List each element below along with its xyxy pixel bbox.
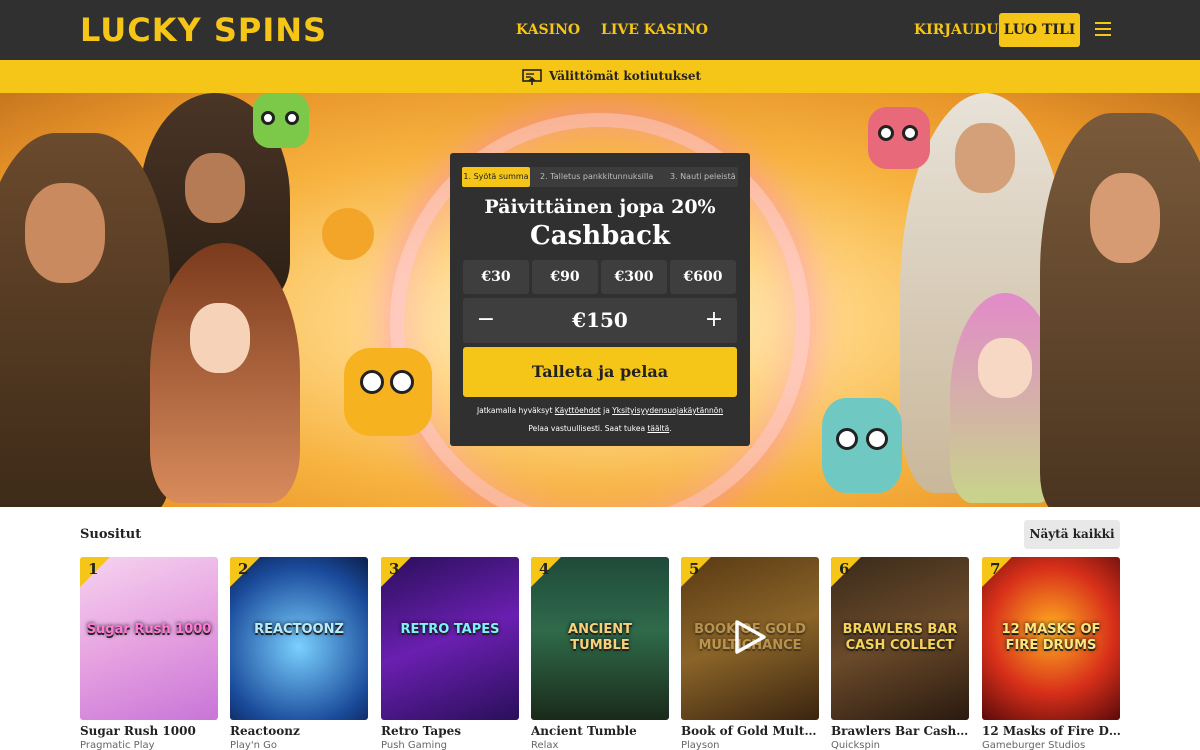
game-card-retro-tapes[interactable]: RETRO TAPES 3 [381,557,519,720]
game-card-book-of-gold-multichance[interactable]: BOOK OF GOLD MULTICHANCE 5 [681,557,819,720]
deposit-steps: 1. Syötä summa 2. Talletus pankkitunnuks… [462,167,738,187]
show-all-button[interactable]: Näytä kaikki [1024,520,1120,549]
rank-number: 1 [88,560,99,578]
nav-casino-link[interactable]: KASINO [516,20,580,40]
instant-payout-banner: Välittömät kotiutukset [0,60,1200,93]
game-provider: Pragmatic Play [80,740,155,750]
game-card-sugar-rush-1000[interactable]: Sugar Rush 1000 1 [80,557,218,720]
deposit-and-play-button[interactable]: Talleta ja pelaa [463,347,737,397]
game-title[interactable]: Retro Tapes [381,723,521,739]
terms-prefix: Jatkamalla hyväksyt [476,406,555,415]
game-provider: Relax [531,740,559,750]
signup-button[interactable]: LUO TILI [999,13,1080,47]
terms-and: ja [600,406,613,415]
adventurer-character-illustration [1040,113,1200,507]
deposit-amount-stepper: − €150 + [463,298,737,343]
nav-live-casino-link[interactable]: LIVE KASINO [601,20,708,40]
rank-number: 4 [539,560,550,578]
play-icon[interactable] [733,619,767,655]
rank-number: 2 [238,560,249,578]
popular-section-title: Suositut [80,527,142,542]
lucky-spins-logo[interactable]: LUCKY SPINS [80,12,327,48]
terms-suffix: . [669,424,672,433]
explorer-character-illustration [0,133,170,507]
step-enjoy-games: 3. Nauti peleistä [670,172,736,181]
decrease-amount-button[interactable]: − [471,305,501,335]
game-card-12-masks-of-fire-drums[interactable]: 12 MASKS OF FIRE DRUMS 7 [982,557,1120,720]
amount-option-300[interactable]: €300 [601,260,667,294]
increase-amount-button[interactable]: + [699,305,729,335]
rank-number: 6 [839,560,850,578]
login-link[interactable]: KIRJAUDU [914,20,998,40]
game-title[interactable]: Brawlers Bar Cash Collect [831,723,971,739]
game-art-title: 12 MASKS OF FIRE DRUMS [1001,622,1101,653]
game-art-title: Sugar Rush 1000 [86,622,212,637]
game-title[interactable]: Sugar Rush 1000 [80,723,220,739]
game-art-title: RETRO TAPES [400,622,500,637]
deposit-amount-value[interactable]: €150 [513,298,687,343]
terms-text: Jatkamalla hyväksyt Käyttöehdot ja Yksit… [450,402,750,438]
instant-payout-text: Välittömät kotiutukset [549,69,702,83]
game-provider: Quickspin [831,740,880,750]
game-provider: Play'n Go [230,740,277,750]
game-art-title: BRAWLERS BAR CASH COLLECT [842,622,958,653]
game-title[interactable]: Book of Gold Multichance [681,723,821,739]
amount-option-90[interactable]: €90 [532,260,598,294]
responsible-gaming-text: Pelaa vastuullisesti. Saat tukea [528,424,648,433]
top-navbar: LUCKY SPINS KASINO LIVE KASINO KIRJAUDU … [0,0,1200,60]
yellow-monster-illustration [344,348,432,436]
rank-number: 3 [389,560,400,578]
terms-of-use-link[interactable]: Käyttöehdot [555,406,601,415]
game-provider: Push Gaming [381,740,448,750]
game-card-ancient-tumble[interactable]: ANCIENT TUMBLE 4 [531,557,669,720]
privacy-policy-link[interactable]: Yksityisyydensuojakäytännön [612,406,723,415]
game-art-title: ANCIENT TUMBLE [568,622,632,653]
green-alien-illustration [253,93,309,148]
amount-option-30[interactable]: €30 [463,260,529,294]
game-card-brawlers-bar[interactable]: BRAWLERS BAR CASH COLLECT 6 [831,557,969,720]
teal-monster-illustration [822,398,902,493]
promo-subheadline: Cashback [530,221,670,251]
game-title[interactable]: Ancient Tumble [531,723,671,739]
hamburger-menu-icon[interactable] [1095,22,1113,38]
step-bank-deposit: 2. Talletus pankkitunnuksilla [540,172,654,181]
game-card-reactoonz[interactable]: REACTOONZ 2 [230,557,368,720]
instant-payout-icon [522,69,542,85]
golden-skull-illustration [322,208,374,260]
game-art-title: REACTOONZ [254,622,344,637]
girl-character-illustration [150,243,300,503]
deposit-promo-card: 1. Syötä summa 2. Talletus pankkitunnuks… [450,153,750,446]
amount-option-600[interactable]: €600 [670,260,736,294]
step-enter-amount: 1. Syötä summa [462,167,530,187]
rank-number: 7 [990,560,1001,578]
support-link[interactable]: täältä [647,424,669,433]
game-title[interactable]: Reactoonz [230,723,370,739]
promo-headline: Päivittäinen jopa 20% [484,196,716,218]
pink-monster-illustration [868,107,930,169]
rank-number: 5 [689,560,700,578]
game-title[interactable]: 12 Masks of Fire Drums [982,723,1122,739]
game-provider: Playson [681,740,720,750]
game-provider: Gameburger Studios [982,740,1086,750]
